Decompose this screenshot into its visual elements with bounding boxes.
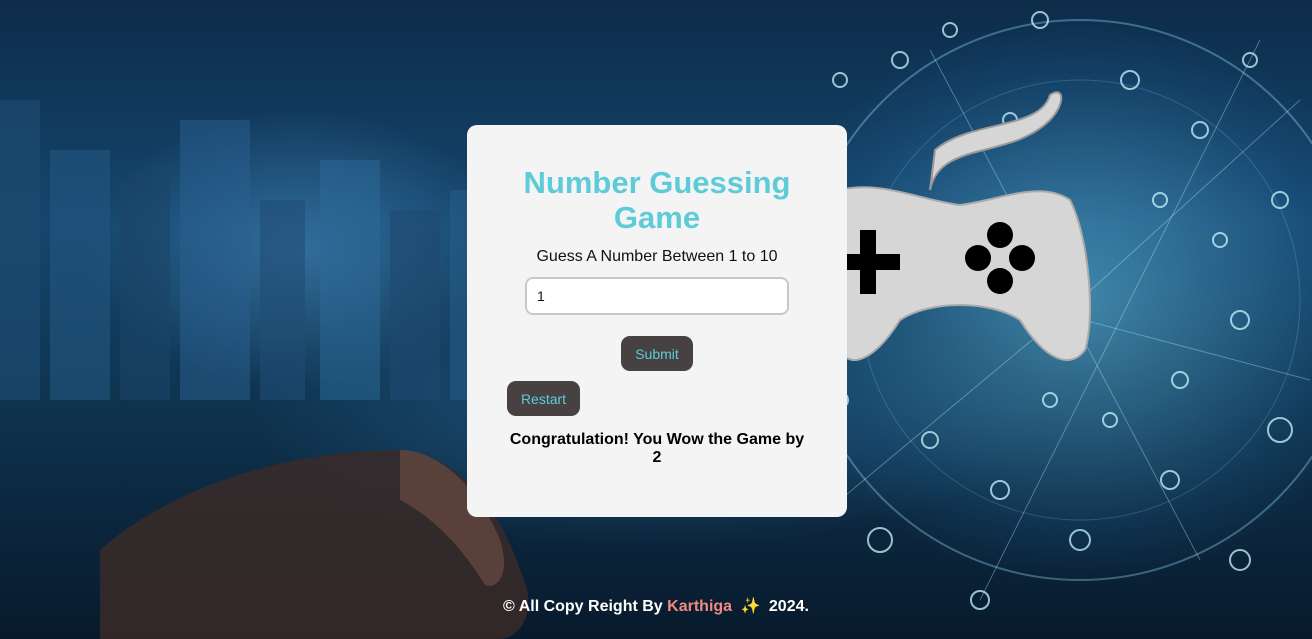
restart-button[interactable]: Restart xyxy=(507,381,580,416)
game-card: Number Guessing Game Guess A Number Betw… xyxy=(467,125,847,517)
instructions-text: Guess A Number Between 1 to 10 xyxy=(536,248,778,265)
network-globe xyxy=(799,11,1312,610)
footer: © All Copy Reight By Karthiga ✨ 2024. xyxy=(0,596,1312,616)
author-name: Karthiga xyxy=(667,598,733,615)
result-message: Congratulation! You Wow the Game by 2 xyxy=(509,431,805,466)
copyright-year: 2024. xyxy=(768,598,809,615)
guess-input[interactable] xyxy=(525,277,789,315)
city-skyline xyxy=(0,100,520,400)
page-title: Number Guessing Game xyxy=(523,165,791,235)
sparkle-icon: ✨ xyxy=(740,598,761,615)
submit-button[interactable]: Submit xyxy=(621,336,693,371)
gamepad-icon xyxy=(836,91,1091,361)
copyright-text: © All Copy Reight By xyxy=(503,598,663,615)
